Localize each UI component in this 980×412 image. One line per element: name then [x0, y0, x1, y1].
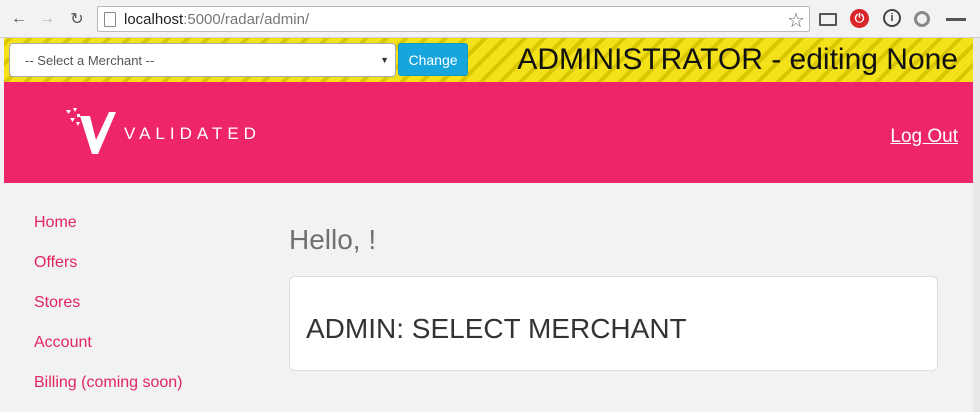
address-bar[interactable]: localhost:5000/radar/admin/ ☆	[97, 6, 810, 32]
logo-wordmark[interactable]: VALIDATED	[124, 124, 261, 144]
power-extension-icon[interactable]: ⏻	[850, 9, 869, 28]
bookmark-star-icon[interactable]: ☆	[787, 8, 805, 33]
browser-toolbar: ← → ↻ localhost:5000/radar/admin/ ☆ ⏻ i	[0, 0, 980, 38]
ring-extension-icon[interactable]	[914, 11, 930, 27]
sidebar-item-home[interactable]: Home	[34, 205, 183, 245]
admin-title: ADMINISTRATOR - editing None	[517, 43, 958, 76]
sidebar-item-account[interactable]: Account	[34, 325, 183, 365]
back-arrow-icon[interactable]: ←	[8, 8, 30, 30]
window-edge	[973, 38, 980, 412]
menu-icon[interactable]	[946, 9, 967, 29]
url-host: localhost	[124, 11, 184, 28]
greeting: Hello, !	[289, 224, 377, 255]
sidebar-nav: Home Offers Stores Account Billing (comi…	[34, 205, 183, 405]
sidebar-item-stores[interactable]: Stores	[34, 285, 183, 325]
info-extension-icon[interactable]: i	[883, 9, 901, 27]
logout-link[interactable]: Log Out	[890, 126, 958, 148]
url-text[interactable]: localhost:5000/radar/admin/	[124, 11, 309, 28]
admin-bar: -- Select a Merchant -- ▼ Change ADMINIS…	[4, 38, 973, 82]
forward-arrow-icon[interactable]: →	[36, 8, 58, 30]
site-header: VALIDATED Log Out	[4, 82, 973, 183]
sidebar-item-offers[interactable]: Offers	[34, 245, 183, 285]
url-path: :5000/radar/admin/	[183, 11, 310, 28]
chevron-down-icon: ▼	[380, 55, 389, 65]
panel-title: ADMIN: SELECT MERCHANT	[306, 313, 687, 344]
reload-icon[interactable]: ↻	[66, 8, 88, 30]
page-icon	[104, 12, 116, 27]
merchant-select-value: -- Select a Merchant --	[25, 53, 155, 68]
sidebar-item-billing[interactable]: Billing (coming soon)	[34, 365, 183, 405]
cast-icon[interactable]	[818, 9, 838, 29]
validated-logo-icon[interactable]	[62, 106, 122, 156]
change-button[interactable]: Change	[398, 43, 468, 76]
merchant-select[interactable]: -- Select a Merchant -- ▼	[9, 43, 396, 77]
admin-panel: ADMIN: SELECT MERCHANT	[289, 276, 938, 371]
